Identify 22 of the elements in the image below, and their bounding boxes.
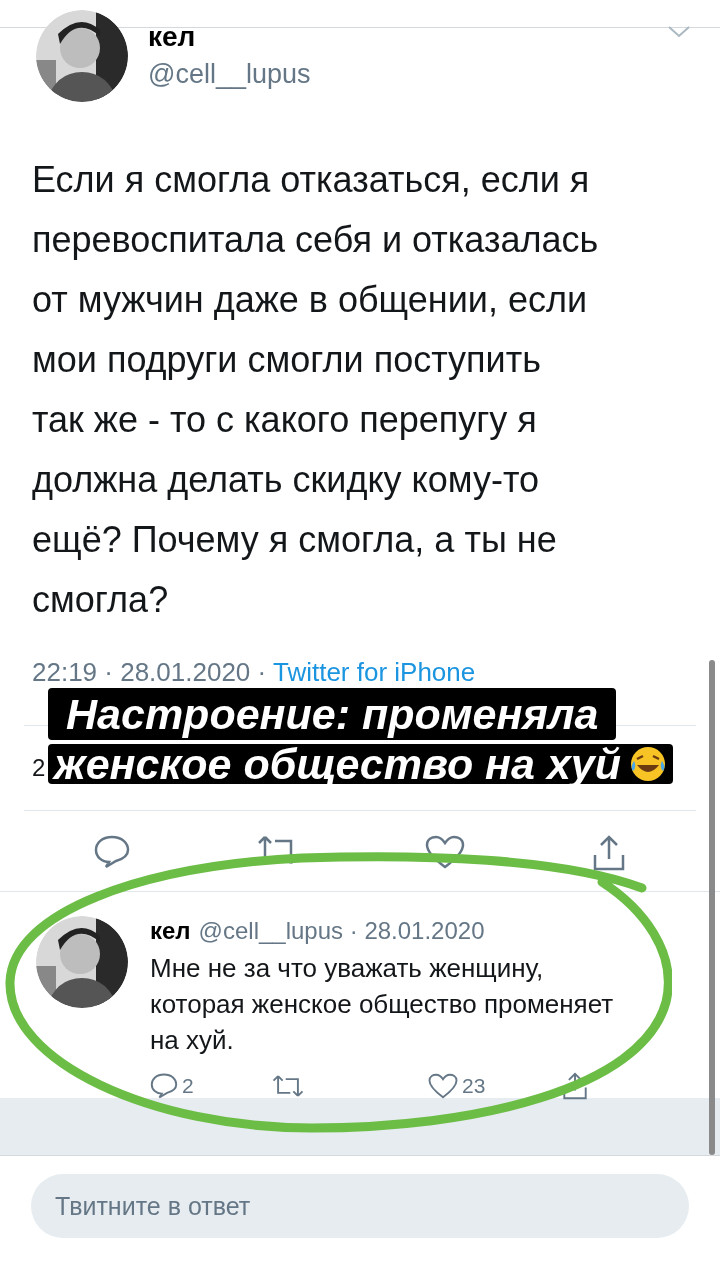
share-icon[interactable] xyxy=(591,835,626,871)
heart-icon[interactable] xyxy=(428,1072,458,1099)
reply-text: Мне не за что уважать женщину, которая женское общество променяет на хуй. xyxy=(150,952,615,1057)
story-caption: Настроение: променяла xyxy=(48,688,617,740)
laughing-emoji-icon xyxy=(629,745,668,783)
user-name: кел xyxy=(150,916,191,946)
comment-icon[interactable] xyxy=(150,1072,178,1099)
user-handle: @cell__lupus xyxy=(148,58,311,91)
like-count: 23 xyxy=(462,1073,487,1099)
source-link[interactable]: Twitter for iPhone xyxy=(272,657,476,687)
comment-icon[interactable] xyxy=(94,835,130,869)
reply-input-field[interactable]: Твитните в ответ xyxy=(31,1174,689,1238)
reply-count: 2 xyxy=(182,1073,195,1099)
heart-icon[interactable] xyxy=(425,835,466,869)
tweet-text: Если я смогла отказаться, если я перевоспитала себя и отказалась от мужчин даже в общении, если мои подруги смогли поступить так же - то с какого перепугу я должна делать скидку кому-то ещё? Почему я смогла, а ты не смогла? xyxy=(32,158,600,622)
story-caption: женское общество на хуй xyxy=(54,744,622,784)
retweet-count: 2 xyxy=(32,753,46,783)
retweet-icon[interactable] xyxy=(272,1073,304,1098)
share-icon[interactable] xyxy=(562,1071,588,1100)
reply-meta: @cell__lupus · 28.01.2020 xyxy=(198,916,485,946)
user-name: кел xyxy=(148,20,197,54)
tweet-timestamp: 22:19 · 28.01.2020 · xyxy=(32,657,268,687)
